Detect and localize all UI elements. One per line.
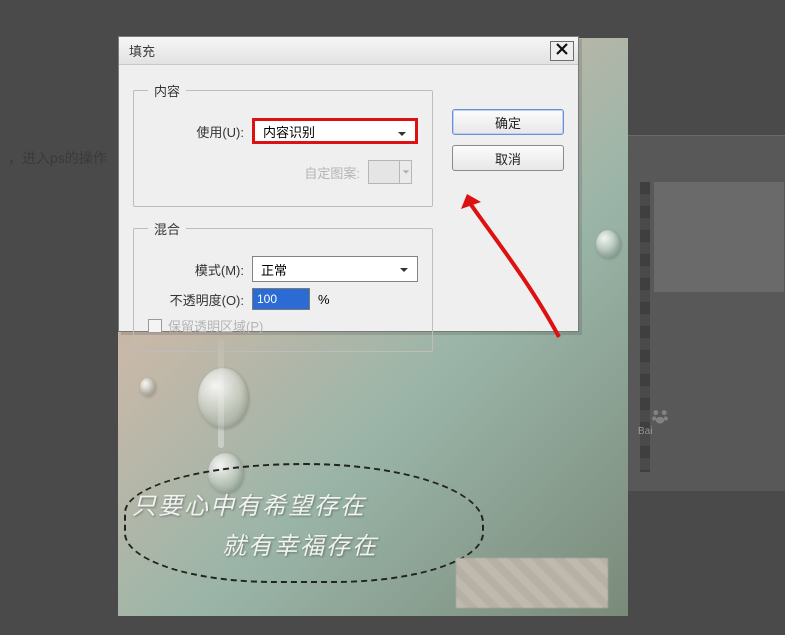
dialog-title: 填充 <box>129 41 155 60</box>
panel-body <box>654 182 784 292</box>
close-button[interactable] <box>550 41 574 61</box>
ok-button[interactable]: 确定 <box>452 109 564 135</box>
preserve-transparency-label: 保留透明区域(P) <box>168 316 263 335</box>
ps-panels-background: Bai <box>628 135 785 491</box>
paw-icon <box>650 406 670 426</box>
pattern-swatch <box>368 160 400 184</box>
dialog-titlebar[interactable]: 填充 <box>119 37 578 65</box>
cancel-button[interactable]: 取消 <box>452 145 564 171</box>
watermark-text: Bai <box>638 426 652 437</box>
use-select-value: 内容识别 <box>263 122 315 141</box>
blend-group: 混合 模式(M): 正常 不透明度(O): % 保留透明区域(P) <box>133 219 433 352</box>
chevron-down-icon <box>393 125 411 143</box>
custom-pattern-swatch <box>368 160 412 184</box>
blur-overlay <box>456 558 608 608</box>
mode-select[interactable]: 正常 <box>252 256 418 282</box>
cancel-button-label: 取消 <box>495 149 521 168</box>
preserve-transparency-checkbox: 保留透明区域(P) <box>148 316 418 335</box>
opacity-label: 不透明度(O): <box>148 290 252 309</box>
use-label: 使用(U): <box>148 122 252 141</box>
canvas-text-line: 就有幸福存在 <box>222 526 378 561</box>
lasso-selection <box>124 463 484 583</box>
water-drop <box>596 230 620 258</box>
custom-pattern-label: 自定图案: <box>304 163 368 182</box>
blend-legend: 混合 <box>148 219 186 238</box>
page-intro-text: ，进入ps的操作 <box>8 148 107 168</box>
use-select[interactable]: 内容识别 <box>252 118 418 144</box>
canvas-text-line: 只要心中有希望存在 <box>132 486 366 521</box>
pattern-swatch-arrow <box>400 160 412 184</box>
opacity-unit: % <box>318 292 330 307</box>
content-group: 内容 使用(U): 内容识别 自定图案: <box>133 81 433 207</box>
close-icon <box>556 43 568 58</box>
fill-dialog: 填充 确定 取消 内容 使用(U): 内容识别 <box>118 36 579 332</box>
checkbox-box <box>148 319 162 333</box>
water-drop <box>198 368 248 428</box>
content-legend: 内容 <box>148 81 186 100</box>
water-drop <box>140 378 155 396</box>
annotation-arrow-icon <box>459 191 569 341</box>
chevron-down-icon <box>395 261 413 279</box>
opacity-input[interactable] <box>252 288 310 310</box>
ok-button-label: 确定 <box>495 113 521 132</box>
mode-label: 模式(M): <box>148 260 252 279</box>
mode-select-value: 正常 <box>261 260 287 279</box>
